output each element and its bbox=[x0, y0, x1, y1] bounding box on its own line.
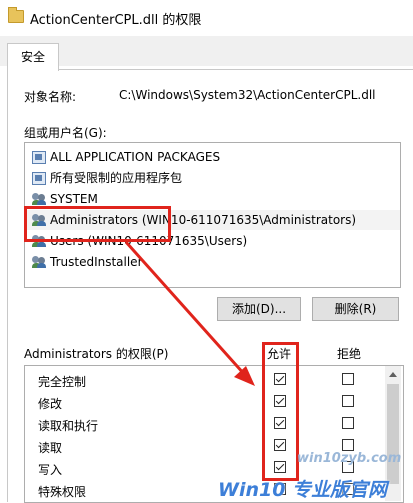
watermark-brand: Win10 专业版官网 bbox=[218, 479, 388, 501]
tab-security[interactable]: 安全 bbox=[7, 43, 59, 71]
arrow-line bbox=[124, 240, 247, 377]
arrow-head bbox=[234, 366, 255, 386]
red-arrow-annotation bbox=[124, 240, 255, 386]
watermark-site: win10zyb.com bbox=[297, 451, 402, 466]
